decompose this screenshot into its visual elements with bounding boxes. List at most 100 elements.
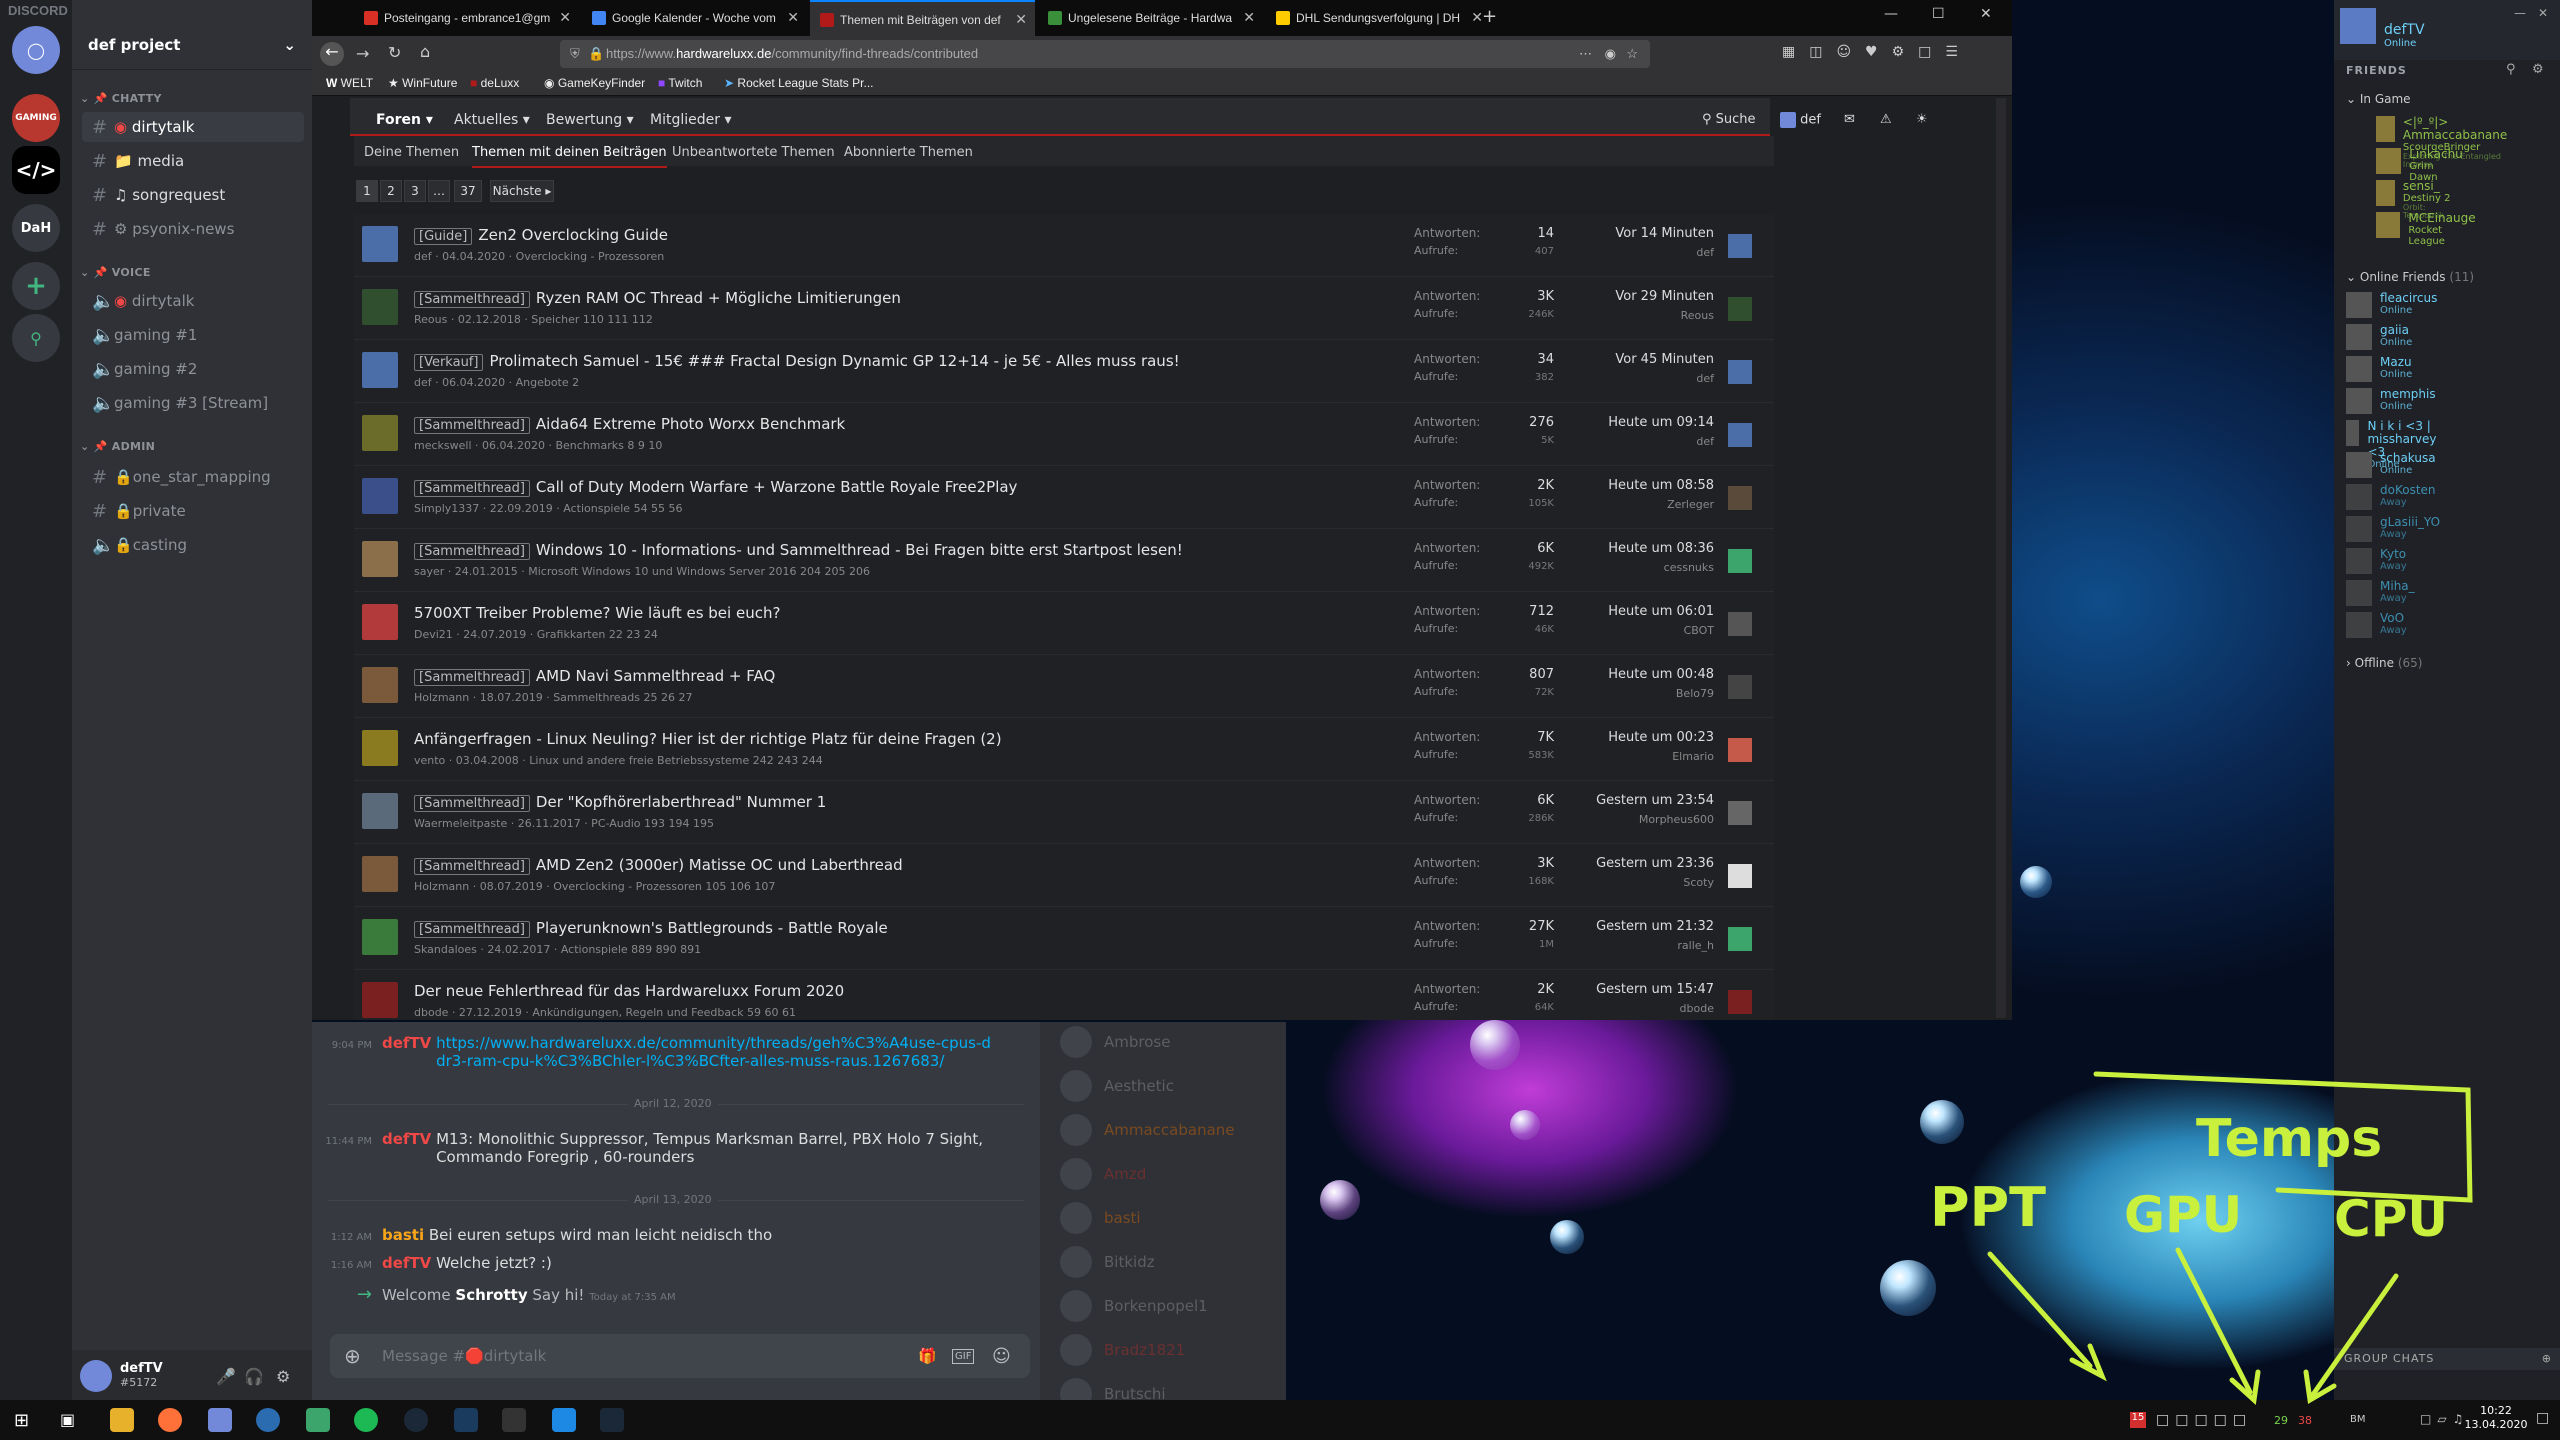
bookmark-twitch[interactable]: ■ Twitch xyxy=(658,76,702,90)
file-explorer-icon[interactable] xyxy=(110,1408,134,1432)
avatar[interactable] xyxy=(362,478,398,514)
task-view-icon[interactable]: ▣ xyxy=(60,1410,75,1429)
close-tab-icon[interactable]: ✕ xyxy=(787,9,799,26)
bookmark-welt[interactable]: W WELT xyxy=(326,76,373,90)
pocket-icon[interactable]: ◉ xyxy=(1605,46,1616,62)
thread-row[interactable]: Anfängerfragen - Linux Neuling? Hier ist… xyxy=(354,718,1774,781)
avatar[interactable] xyxy=(362,982,398,1018)
inbox-icon[interactable]: ✉ xyxy=(1844,112,1855,127)
guild-dah[interactable]: DaH xyxy=(12,204,60,252)
steam-user-name[interactable]: defTV xyxy=(2384,22,2425,38)
avatar[interactable] xyxy=(362,856,398,892)
category-voice[interactable]: ⌄ 📌 VOICE xyxy=(80,266,151,279)
message-link[interactable]: https://www.hardwareluxx.de/community/th… xyxy=(436,1034,996,1070)
nav-aktuelles[interactable]: Aktuelles ▾ xyxy=(454,112,530,128)
avatar[interactable] xyxy=(1728,423,1752,447)
last-post-user[interactable]: def xyxy=(1584,246,1714,259)
member-item[interactable]: basti xyxy=(1060,1202,1141,1234)
reload-icon[interactable]: ↻ xyxy=(388,43,401,62)
thread-row[interactable]: [Sammelthread] Der "Kopfhörerlaberthread"… xyxy=(354,781,1774,844)
last-post-user[interactable]: CBOT xyxy=(1584,624,1714,637)
voice-channel-dirtytalk[interactable]: 🔈 ◉ dirtytalk xyxy=(82,286,304,316)
friend-online[interactable]: gaiia Online xyxy=(2346,324,2412,350)
bookmark-deluxx[interactable]: ■ deLuxx xyxy=(470,76,519,90)
channel-private[interactable]: # 🔒 private xyxy=(82,496,304,526)
member-item[interactable]: Ambrose xyxy=(1060,1026,1170,1058)
member-item[interactable]: Bitkidz xyxy=(1060,1246,1155,1278)
last-post-user[interactable]: cessnuks xyxy=(1584,561,1714,574)
tab-dhl[interactable]: DHL Sendungsverfolgung | DH ✕ xyxy=(1266,0,1491,36)
avatar[interactable] xyxy=(1728,738,1752,762)
forward-arrow-icon[interactable]: → xyxy=(356,44,369,63)
close-window-icon[interactable]: ✕ xyxy=(2538,6,2548,20)
thread-title[interactable]: [Sammelthread] Aida64 Extreme Photo Worxx… xyxy=(414,415,845,434)
last-post-user[interactable]: def xyxy=(1584,372,1714,385)
thread-row[interactable]: [Sammelthread] Aida64 Extreme Photo Worxx… xyxy=(354,403,1774,466)
thread-row[interactable]: [Sammelthread] Ryzen RAM OC Thread + Mögl… xyxy=(354,277,1774,340)
avatar[interactable] xyxy=(1728,360,1752,384)
avatar[interactable] xyxy=(362,226,398,262)
app-icon[interactable] xyxy=(306,1408,330,1432)
spotify-icon[interactable] xyxy=(354,1408,378,1432)
last-post-time[interactable]: Heute um 00:23 xyxy=(1584,730,1714,745)
last-post-user[interactable]: Zerleger xyxy=(1584,498,1714,511)
tray-ppt-value[interactable]: 15 xyxy=(2130,1412,2146,1428)
thread-row[interactable]: [Sammelthread] Playerunknown's Battlegrou… xyxy=(354,907,1774,970)
category-chatty[interactable]: ⌄ 📌 CHATTY xyxy=(80,92,162,105)
online-friends-header[interactable]: ⌄ Online Friends (11) xyxy=(2346,270,2474,284)
last-post-time[interactable]: Heute um 09:14 xyxy=(1584,415,1714,430)
last-post-user[interactable]: Belo79 xyxy=(1584,687,1714,700)
last-post-user[interactable]: ralle_h xyxy=(1584,939,1714,952)
voice-channel-gaming-1[interactable]: 🔈 gaming #1 xyxy=(82,320,304,350)
app-icon[interactable] xyxy=(256,1408,280,1432)
bell-icon[interactable]: ⚠ xyxy=(1880,112,1892,127)
app-icon[interactable] xyxy=(454,1408,478,1432)
thread-title[interactable]: [Sammelthread] Call of Duty Modern Warfar… xyxy=(414,478,1017,497)
guild-gaming[interactable]: GAMING xyxy=(12,94,60,142)
server-header[interactable]: def project ⌄ xyxy=(72,22,312,70)
thread-title[interactable]: [Sammelthread] Ryzen RAM OC Thread + Mögl… xyxy=(414,289,901,308)
friend-online[interactable]: VoO Away xyxy=(2346,612,2407,638)
discord-icon[interactable] xyxy=(208,1408,232,1432)
avatar[interactable] xyxy=(1728,486,1752,510)
last-post-time[interactable]: Heute um 08:58 xyxy=(1584,478,1714,493)
nav-bewertung[interactable]: Bewertung ▾ xyxy=(546,112,634,128)
clock[interactable]: 10:22 13.04.2020 xyxy=(2456,1404,2536,1432)
steam-icon[interactable] xyxy=(600,1408,624,1432)
member-item[interactable]: Borkenpopel1 xyxy=(1060,1290,1208,1322)
avatar[interactable] xyxy=(1728,864,1752,888)
tray-gpu-temp[interactable]: 29 xyxy=(2274,1414,2288,1427)
page-1[interactable]: 1 xyxy=(356,180,378,202)
search-link[interactable]: ⚲ Suche xyxy=(1702,112,1756,127)
channel-songrequest[interactable]: # ♫ songrequest xyxy=(82,180,304,210)
thread-title[interactable]: 5700XT Treiber Probleme? Wie läuft es be… xyxy=(414,604,780,622)
last-post-user[interactable]: def xyxy=(1584,435,1714,448)
voice-channel-gaming-3[interactable]: 🔈 gaming #3 [Stream] xyxy=(82,388,304,418)
category-admin[interactable]: ⌄ 📌 ADMIN xyxy=(80,440,155,453)
last-post-time[interactable]: Heute um 06:01 xyxy=(1584,604,1714,619)
avatar[interactable] xyxy=(1728,234,1752,258)
thread-row[interactable]: [Sammelthread] AMD Zen2 (3000er) Matisse … xyxy=(354,844,1774,907)
member-item[interactable]: Amzd xyxy=(1060,1158,1146,1190)
thread-row[interactable]: [Guide] Zen2 Overclocking Guide def · 04.0… xyxy=(354,214,1774,277)
page-37[interactable]: 37 xyxy=(454,180,482,202)
friend-online[interactable]: schakusa Online xyxy=(2346,452,2436,478)
friend-online[interactable]: fleacircus Online xyxy=(2346,292,2437,318)
avatar[interactable] xyxy=(362,604,398,640)
subnav-themen-mit-beitraegen[interactable]: Themen mit deinen Beiträgen xyxy=(472,145,667,168)
last-post-time[interactable]: Gestern um 23:54 xyxy=(1584,793,1714,808)
settings-gear-icon[interactable]: ⚙ xyxy=(2532,62,2544,77)
channel-one-star-mapping[interactable]: # 🔒 one_star_mapping xyxy=(82,462,304,492)
avatar[interactable] xyxy=(1728,549,1752,573)
settings-gear-icon[interactable]: ⚙ xyxy=(276,1367,290,1386)
avatar[interactable] xyxy=(1728,675,1752,699)
subnav-deine-themen[interactable]: Deine Themen xyxy=(364,145,459,160)
tray-bm[interactable]: BM xyxy=(2350,1414,2366,1425)
microphone-icon[interactable]: 🎤 xyxy=(216,1367,236,1386)
page-next[interactable]: Nächste ▸ xyxy=(490,180,554,202)
friend-in-game[interactable]: Linkachu Grim Dawn xyxy=(2376,148,2464,183)
avatar[interactable] xyxy=(1728,927,1752,951)
subnav-unbeantwortete[interactable]: Unbeantwortete Themen xyxy=(672,145,835,160)
maximize-icon[interactable]: ☐ xyxy=(1932,6,1945,22)
page-2[interactable]: 2 xyxy=(380,180,402,202)
